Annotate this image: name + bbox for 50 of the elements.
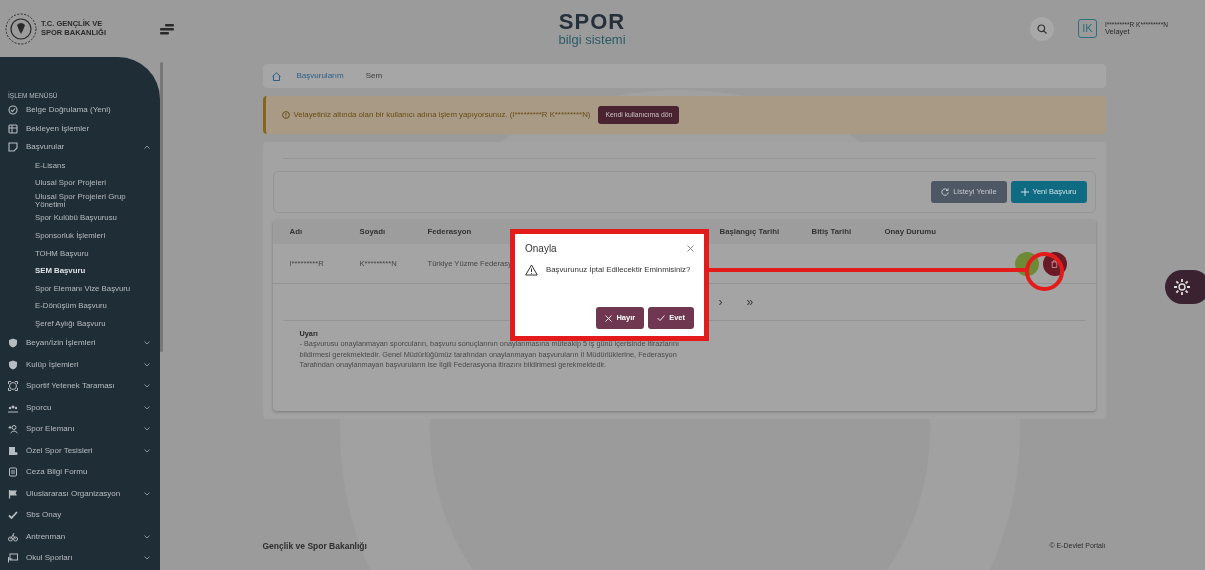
calendar-icon (8, 123, 18, 134)
scrollbar[interactable] (160, 62, 163, 352)
refresh-icon (941, 188, 950, 196)
checkmark-icon (657, 315, 666, 321)
settings-button[interactable] (1165, 270, 1205, 304)
shield-icon (8, 359, 18, 370)
home-icon[interactable] (271, 71, 281, 81)
emblem-icon (5, 12, 37, 45)
sidebar-item[interactable]: Antrenman (0, 526, 160, 548)
sidebar-item[interactable]: Sportif Yetenek Taraması (0, 375, 160, 398)
sidebar-item[interactable]: Ceza Bilgi Formu (0, 461, 160, 484)
footer-title: Gençlik ve Spor Bakanlığı (262, 539, 367, 553)
user-plus-icon (8, 424, 18, 435)
close-icon (605, 314, 613, 322)
sidebar-item[interactable]: Bekleyen İşlemler (0, 119, 160, 139)
info-icon (281, 111, 290, 119)
sidebar-item[interactable]: Sporcu (0, 397, 160, 419)
building-icon (8, 445, 18, 456)
sidebar-item[interactable]: Beyan/İzin İşlemleri (0, 332, 160, 355)
note-icon (8, 142, 18, 153)
menu-icon[interactable] (160, 22, 174, 35)
sidebar-item[interactable]: Özel Spor Tesisleri (0, 440, 160, 462)
shield-icon (8, 338, 18, 349)
breadcrumb-current: Sem (365, 70, 383, 82)
trash-icon (1051, 259, 1058, 268)
sidebar-item[interactable]: Belge Doğrulama (Yeni) (0, 101, 160, 120)
warning-icon (525, 264, 538, 276)
brand-title: SPOR (558, 11, 626, 33)
face-scan-icon (8, 381, 18, 392)
brand-subtitle: bilgi sistemi (558, 33, 626, 46)
sidebar-item[interactable]: Okul Sporları (0, 547, 160, 570)
plus-icon (1020, 188, 1029, 196)
highlight-circle (1025, 252, 1064, 291)
pagination-link[interactable]: › (718, 293, 723, 311)
board-icon (8, 553, 18, 564)
sidebar-item[interactable]: Uluslararası Organizasyon (0, 483, 160, 505)
search-button[interactable] (1030, 16, 1054, 41)
settings-icon (1173, 278, 1191, 296)
search-icon (1037, 23, 1047, 34)
close-icon[interactable] (687, 245, 694, 252)
checkmark-icon (8, 510, 18, 521)
sidebar-item[interactable]: Spor Elemanı (0, 418, 160, 441)
check-circle-icon (8, 105, 18, 116)
flag-icon (8, 488, 18, 499)
pagination-link[interactable]: » (746, 293, 754, 311)
sidebar-item[interactable]: Kulüp İşlemleri (0, 354, 160, 376)
dialog-title: Onayla (525, 242, 557, 256)
sidebar-item[interactable]: Sbs Onay (0, 504, 160, 527)
sidebar-item[interactable]: Başvurular (0, 138, 160, 157)
clipboard-icon (8, 467, 18, 478)
